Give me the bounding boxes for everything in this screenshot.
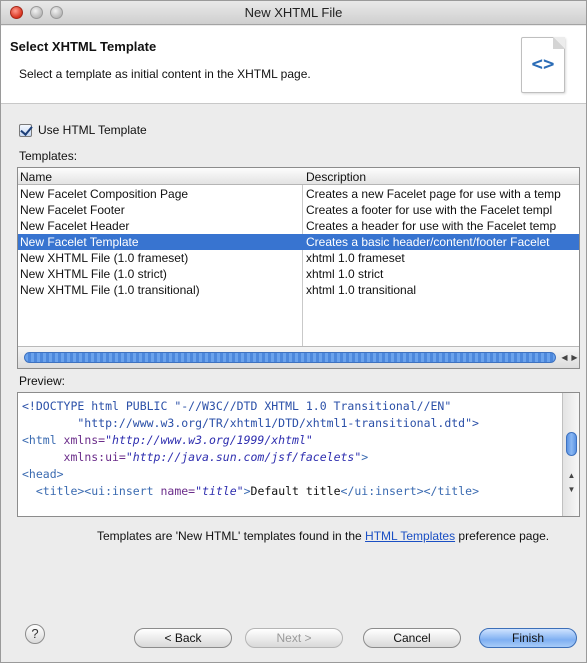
back-button[interactable]: < Back [134,628,232,648]
table-row[interactable]: New XHTML File (1.0 strict) xhtml 1.0 st… [18,266,579,282]
wizard-header: Select XHTML Template Select a template … [1,26,586,104]
scroll-left-arrow-icon[interactable]: ◀ [560,352,569,363]
template-description: xhtml 1.0 frameset [306,251,405,265]
template-description: Creates a footer for use with the Facele… [306,203,553,217]
code-head-tag: <head> [22,467,64,481]
window-title: New XHTML File [244,5,343,20]
code-doctype-line: <!DOCTYPE html PUBLIC "-//W3C//DTD XHTML… [22,399,452,413]
xhtml-template-icon: <> [521,37,565,93]
template-description: xhtml 1.0 transitional [306,283,417,297]
code-title-end: </ui:insert></title> [340,484,480,498]
template-description: Creates a basic header/content/footer Fa… [306,235,550,249]
code-title-text: Default title [250,484,341,498]
code-xmlns-attr: xmlns= [56,433,106,447]
code-title-tag: <title><ui:insert [22,484,154,498]
help-icon[interactable]: ? [25,624,45,644]
template-description: xhtml 1.0 strict [306,267,384,281]
code-name-value: "title" [195,484,244,498]
vertical-scroll-thumb[interactable] [566,432,577,456]
cancel-button[interactable]: Cancel [363,628,461,648]
vertical-scrollbar[interactable]: ▲ ▼ [562,393,579,516]
table-row[interactable]: New XHTML File (1.0 frameset) xhtml 1.0 … [18,250,579,266]
template-description: Creates a header for use with the Facele… [306,219,557,233]
template-preview[interactable]: <!DOCTYPE html PUBLIC "-//W3C//DTD XHTML… [17,392,580,517]
template-name: New Facelet Template [20,235,139,249]
templates-footnote: Templates are 'New HTML' templates found… [97,529,549,543]
html-templates-link[interactable]: HTML Templates [365,529,455,543]
code-brackets-icon: <> [531,53,555,75]
new-xhtml-file-dialog: New XHTML File Select XHTML Template Sel… [0,0,587,663]
code-xmlns-ui-value: "http://java.sun.com/jsf/facelets" [125,450,362,464]
title-bar: New XHTML File [1,1,586,25]
preview-code: <!DOCTYPE html PUBLIC "-//W3C//DTD XHTML… [22,398,559,500]
footnote-text-before: Templates are 'New HTML' templates found… [97,529,366,543]
table-row[interactable]: New Facelet Header Creates a header for … [18,218,579,234]
use-template-label: Use HTML Template [38,123,147,137]
scroll-up-arrow-icon[interactable]: ▲ [566,471,577,480]
next-button[interactable]: Next > [245,628,343,648]
template-name: New Facelet Composition Page [20,187,189,201]
template-name: New XHTML File (1.0 transitional) [20,283,200,297]
use-template-checkbox[interactable] [19,123,32,137]
template-name: New Facelet Footer [20,203,125,217]
code-name-attr: name= [153,484,196,498]
template-name: New Facelet Header [20,219,130,233]
scroll-down-arrow-icon[interactable]: ▼ [566,485,577,494]
table-row-selected[interactable]: New Facelet Template Creates a basic hea… [18,234,579,250]
page-title: Select XHTML Template [10,39,157,54]
preview-label: Preview: [19,374,66,388]
templates-table: Name Description New Facelet Composition… [17,167,580,369]
code-doctype-url-line: "http://www.w3.org/TR/xhtml1/DTD/xhtml1-… [22,416,479,430]
scroll-right-arrow-icon[interactable]: ▶ [570,352,579,363]
code-html-tag-close: > [361,450,369,464]
table-row[interactable]: New Facelet Footer Creates a footer for … [18,202,579,218]
template-name: New XHTML File (1.0 strict) [20,267,167,281]
column-header-description[interactable]: Description [306,170,366,184]
templates-label: Templates: [19,149,78,163]
template-name: New XHTML File (1.0 frameset) [20,251,189,265]
finish-button[interactable]: Finish [479,628,577,648]
use-template-option[interactable]: Use HTML Template [19,122,147,138]
table-row[interactable]: New XHTML File (1.0 transitional) xhtml … [18,282,579,298]
horizontal-scroll-thumb[interactable] [24,352,556,363]
code-xmlns-ui-attr: xmlns:ui= [63,450,126,464]
template-description: Creates a new Facelet page for use with … [306,187,561,201]
horizontal-scrollbar[interactable]: ◀ ▶ [18,346,579,368]
code-xmlns-value: "http://www.w3.org/1999/xhtml" [105,433,313,447]
code-html-tag: <html [22,433,57,447]
table-header: Name Description [18,168,579,185]
table-row[interactable]: New Facelet Composition Page Creates a n… [18,186,579,202]
page-description: Select a template as initial content in … [19,67,311,81]
column-header-name[interactable]: Name [20,170,52,184]
code-insert-close: > [243,484,251,498]
footnote-text-after: preference page. [455,529,550,543]
